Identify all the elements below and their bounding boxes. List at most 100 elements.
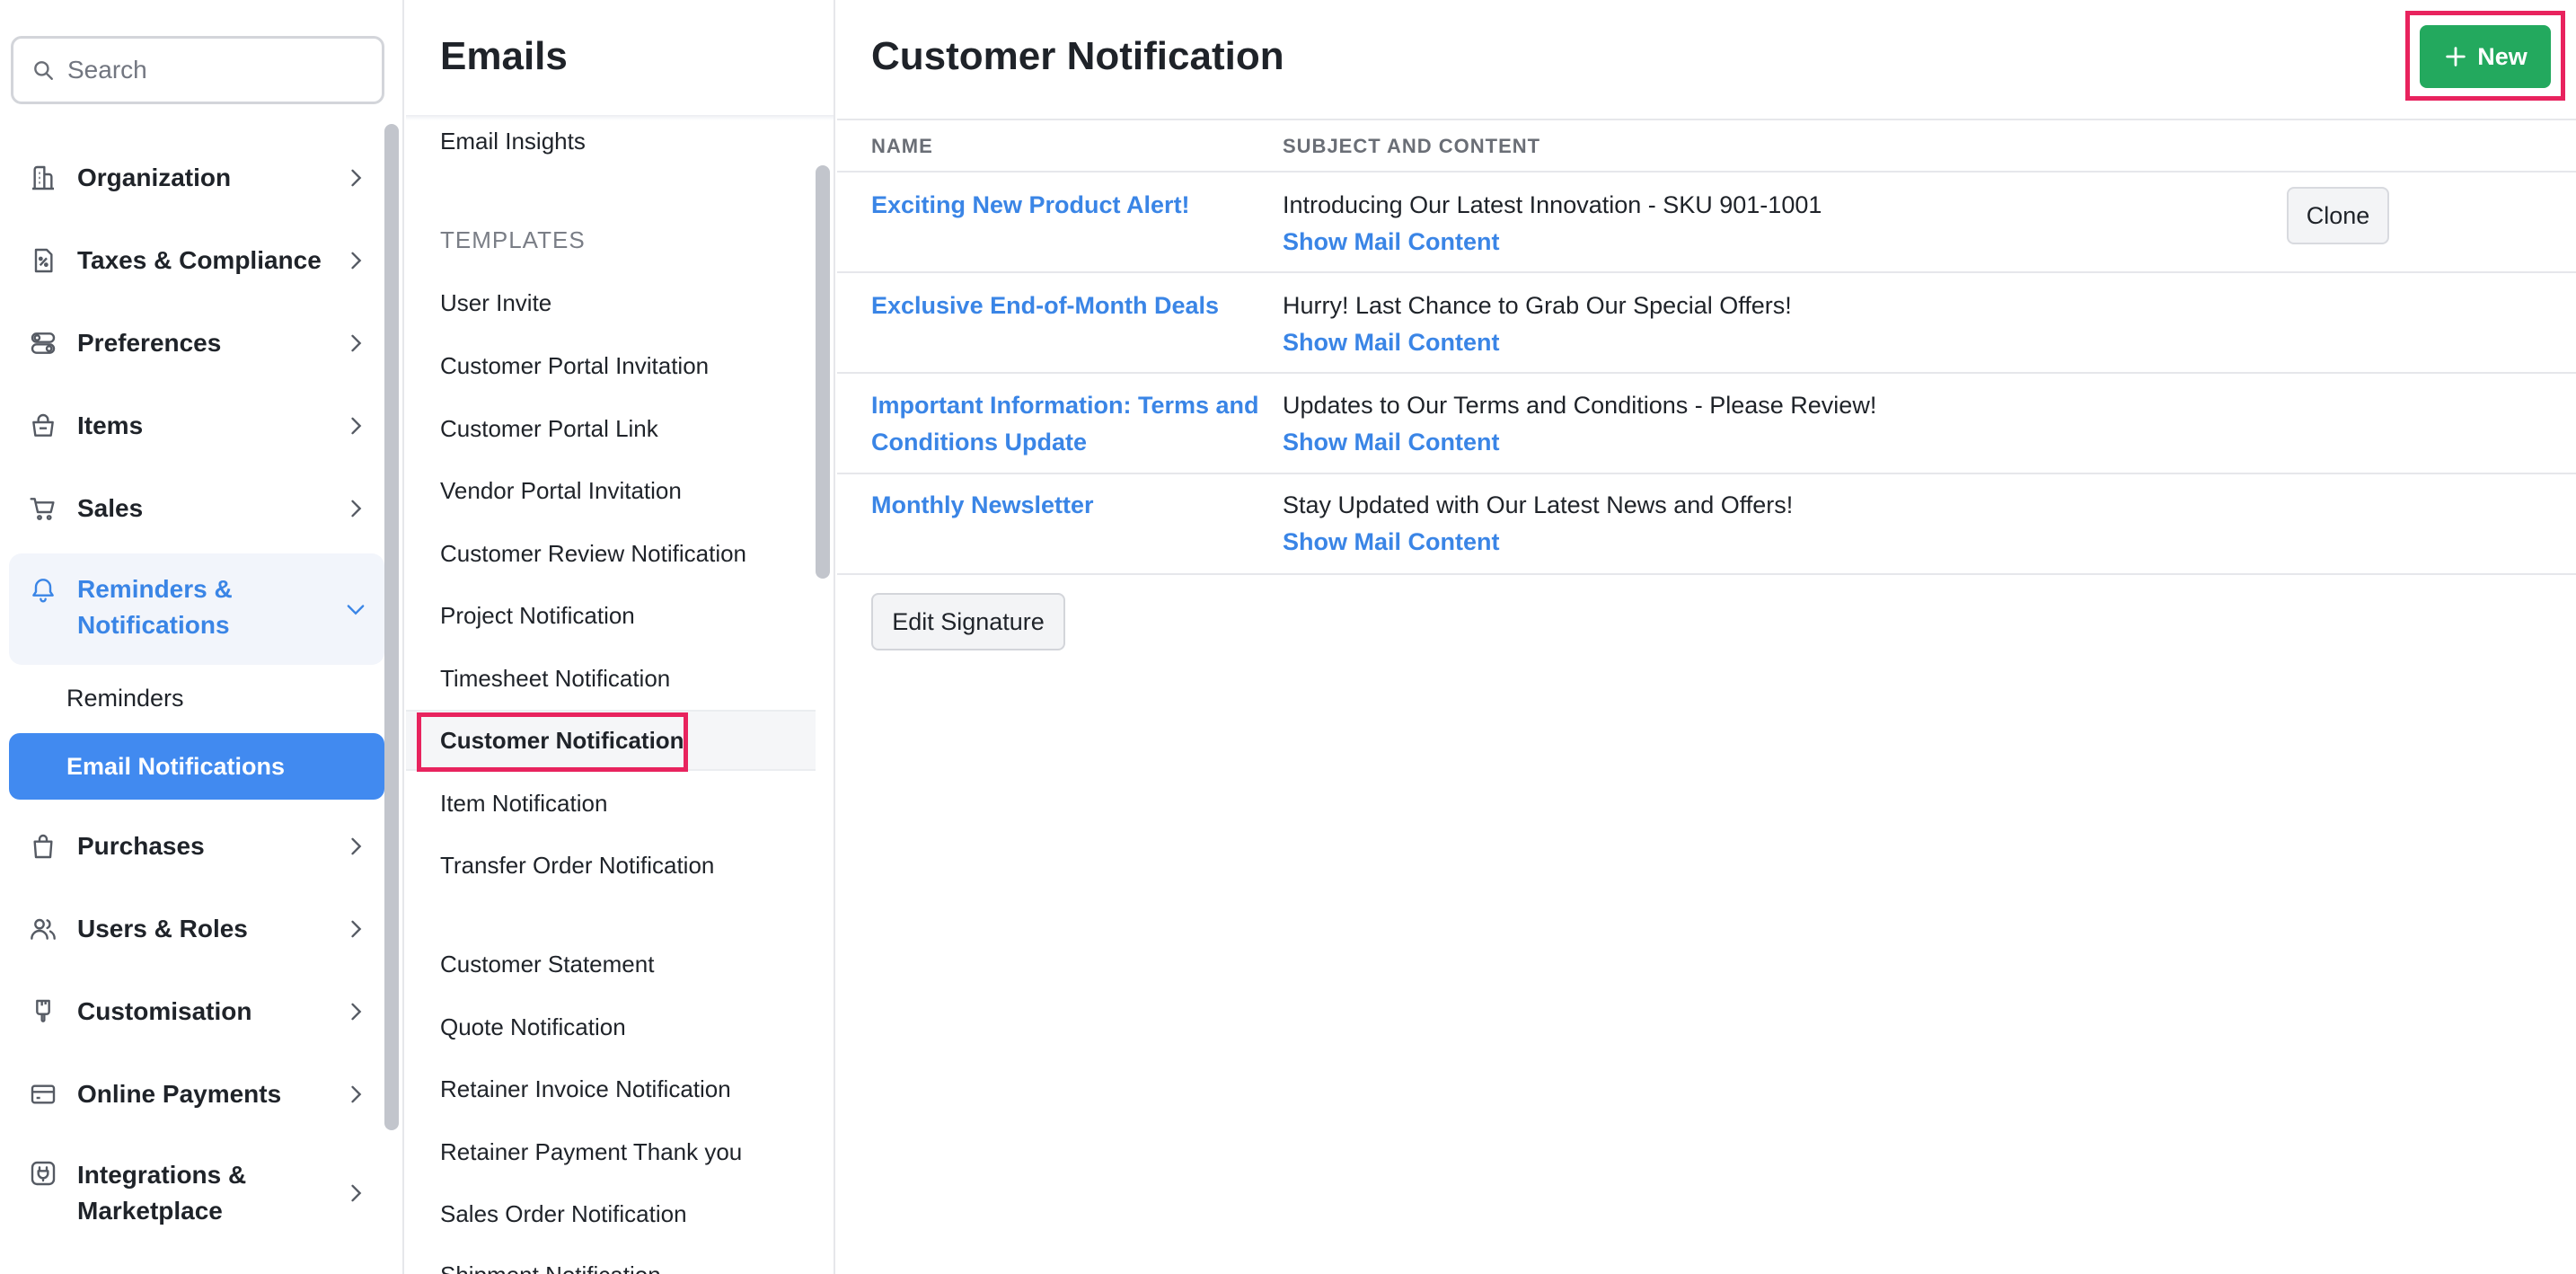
chevron-right-icon (343, 1082, 368, 1107)
search-input[interactable]: Search (11, 36, 384, 104)
chevron-down-icon (343, 597, 368, 622)
template-item-project-notification[interactable]: Project Notification (440, 602, 635, 630)
sidebar-item-label: Taxes & Compliance (77, 246, 322, 274)
sidebar-item-label: Purchases (77, 832, 205, 860)
building-icon (27, 162, 59, 194)
page-title: Customer Notification (871, 34, 1284, 78)
chevron-right-icon (343, 248, 368, 273)
new-button[interactable]: New (2420, 25, 2551, 88)
email-template-name-link[interactable]: Monthly Newsletter (871, 487, 1263, 524)
sidebar-scrollbar[interactable] (384, 124, 399, 1130)
chevron-right-icon (343, 496, 368, 521)
main-content: Customer Notification New NAME SUBJECT A… (837, 0, 2576, 1274)
template-item-sales-order-notification[interactable]: Sales Order Notification (440, 1200, 687, 1228)
sidebar-item-organization[interactable]: Organization (9, 137, 384, 219)
search-placeholder: Search (67, 56, 147, 84)
template-item-retainer-payment-thank-you[interactable]: Retainer Payment Thank you (440, 1138, 742, 1166)
template-item-vendor-portal-invitation[interactable]: Vendor Portal Invitation (440, 477, 682, 505)
sidebar-item-label: Sales (77, 494, 144, 522)
new-button-label: New (2477, 42, 2527, 70)
email-template-subject: Stay Updated with Our Latest News and Of… (1283, 491, 1794, 518)
sidebar-item-label: Integrations & Marketplace (77, 1161, 247, 1225)
sidebar-item-users-roles[interactable]: Users & Roles (9, 888, 384, 970)
email-template-name-link[interactable]: Exciting New Product Alert! (871, 187, 1263, 224)
template-item-retainer-invoice-notification[interactable]: Retainer Invoice Notification (440, 1075, 731, 1103)
sidebar-item-taxes-compliance[interactable]: Taxes & Compliance (9, 219, 384, 302)
sidebar-item-integrations-marketplace[interactable]: Integrations & Marketplace (9, 1137, 384, 1249)
template-item-quote-notification[interactable]: Quote Notification (440, 1013, 626, 1041)
template-item-customer-review-notification[interactable]: Customer Review Notification (440, 540, 746, 568)
settings-sidebar: Search Organization Taxes & Compliance P… (0, 0, 404, 1274)
template-item-timesheet-notification[interactable]: Timesheet Notification (440, 665, 670, 693)
show-mail-content-link[interactable]: Show Mail Content (1283, 224, 1499, 261)
search-icon (31, 58, 55, 82)
sidebar-item-label: Reminders & Notifications (77, 575, 233, 639)
template-item-shipment-notification[interactable]: Shipment Notification (440, 1261, 661, 1274)
chevron-right-icon (343, 331, 368, 356)
plus-icon (2443, 44, 2468, 69)
shopping-bag-icon (27, 830, 59, 863)
sidebar-item-reminders-notifications[interactable]: Reminders & Notifications (9, 553, 384, 665)
toggles-icon (27, 327, 59, 359)
table-header-divider (837, 171, 2576, 173)
email-template-subject: Introducing Our Latest Innovation - SKU … (1283, 191, 1822, 218)
sidebar-item-purchases[interactable]: Purchases (9, 805, 384, 888)
emails-panel-scrollbar[interactable] (816, 165, 830, 579)
template-item-transfer-order-notification[interactable]: Transfer Order Notification (440, 852, 714, 880)
chevron-right-icon (343, 916, 368, 942)
column-header-name: NAME (871, 135, 933, 157)
sidebar-item-preferences[interactable]: Preferences (9, 302, 384, 385)
sidebar-subitem-reminders[interactable]: Reminders (9, 665, 384, 731)
chevron-right-icon (343, 834, 368, 859)
sidebar-item-label: Items (77, 411, 144, 439)
row-divider (837, 271, 2576, 273)
sidebar-item-items[interactable]: Items (9, 385, 384, 467)
emails-panel: Emails Email Insights TEMPLATES User Inv… (406, 0, 835, 1274)
emails-panel-header-shadow (406, 115, 834, 120)
chevron-right-icon (343, 1181, 368, 1206)
sidebar-item-label: Users & Roles (77, 915, 248, 942)
row-divider (837, 372, 2576, 374)
header-divider (837, 119, 2576, 120)
sidebar-item-online-payments[interactable]: Online Payments (9, 1053, 384, 1136)
email-template-subject: Updates to Our Terms and Conditions - Pl… (1283, 392, 1877, 419)
template-item-customer-portal-link[interactable]: Customer Portal Link (440, 415, 658, 443)
chevron-right-icon (343, 165, 368, 190)
row-divider (837, 573, 2576, 575)
basket-icon (27, 410, 59, 442)
tax-document-icon (27, 244, 59, 277)
template-item-item-notification[interactable]: Item Notification (440, 790, 607, 818)
active-template-highlight (417, 712, 688, 772)
sidebar-item-label: Online Payments (77, 1080, 282, 1108)
bell-icon (27, 573, 59, 606)
show-mail-content-link[interactable]: Show Mail Content (1283, 424, 1499, 461)
plug-icon (27, 1157, 59, 1190)
chevron-right-icon (343, 413, 368, 438)
show-mail-content-link[interactable]: Show Mail Content (1283, 524, 1499, 561)
sidebar-item-label: Customisation (77, 997, 252, 1025)
email-insights-link[interactable]: Email Insights (440, 128, 586, 155)
email-template-name-link[interactable]: Important Information: Terms and Conditi… (871, 387, 1263, 461)
email-template-name-link[interactable]: Exclusive End-of-Month Deals (871, 288, 1263, 324)
edit-signature-button[interactable]: Edit Signature (871, 593, 1065, 650)
users-icon (27, 913, 59, 945)
sidebar-item-customisation[interactable]: Customisation (9, 970, 384, 1053)
brush-icon (27, 995, 59, 1028)
clone-button[interactable]: Clone (2287, 187, 2389, 244)
template-item-customer-portal-invitation[interactable]: Customer Portal Invitation (440, 352, 709, 380)
row-divider (837, 473, 2576, 474)
sidebar-subitem-email-notifications[interactable]: Email Notifications (9, 733, 384, 800)
show-mail-content-link[interactable]: Show Mail Content (1283, 324, 1499, 361)
cart-icon (27, 492, 59, 525)
template-item-customer-statement[interactable]: Customer Statement (440, 951, 654, 978)
chevron-right-icon (343, 999, 368, 1024)
credit-card-icon (27, 1078, 59, 1110)
sidebar-item-label: Organization (77, 164, 232, 191)
column-header-subject: SUBJECT AND CONTENT (1283, 135, 1541, 157)
templates-heading: TEMPLATES (440, 226, 586, 253)
emails-panel-title: Emails (440, 34, 568, 78)
template-item-user-invite[interactable]: User Invite (440, 289, 551, 317)
email-template-subject: Hurry! Last Chance to Grab Our Special O… (1283, 292, 1792, 319)
sidebar-item-label: Preferences (77, 329, 222, 357)
sidebar-item-sales[interactable]: Sales (9, 467, 384, 550)
